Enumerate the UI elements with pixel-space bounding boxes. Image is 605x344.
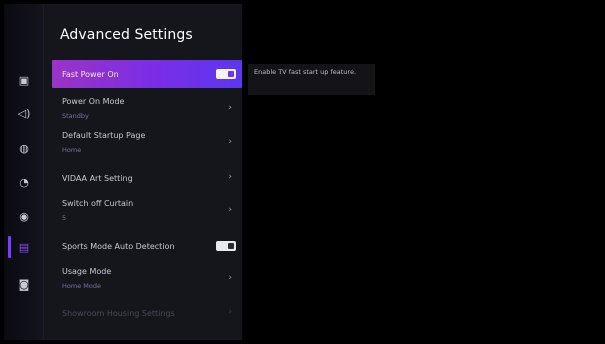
setting-switch-off-curtain[interactable]: Switch off Curtain 5 › (52, 194, 242, 226)
setting-label: Fast Power On (62, 70, 119, 79)
system-icon[interactable]: ▤ (4, 237, 44, 257)
chevron-right-icon: › (228, 205, 232, 215)
sports-mode-toggle[interactable] (216, 241, 236, 251)
setting-label: Power On Mode (62, 97, 125, 106)
chevron-right-icon: › (228, 103, 232, 113)
setting-vidaa-art[interactable]: VIDAA Art Setting › (52, 166, 242, 190)
setting-label: Usage Mode (62, 267, 112, 276)
general-icon[interactable]: ◔ (4, 172, 44, 192)
chevron-right-icon: › (228, 137, 232, 147)
setting-power-on-mode[interactable]: Power On Mode Standby › (52, 94, 242, 126)
setting-default-startup-page[interactable]: Default Startup Page Home › (52, 128, 242, 160)
chevron-right-icon: › (228, 273, 232, 283)
toggle-knob (228, 71, 234, 77)
setting-value: Home Mode (62, 282, 101, 290)
settings-sidebar: ▣ ◁) ◍ ◔ ◉ ▤ ◙ (4, 4, 44, 340)
help-description: Enable TV fast start up feature. (248, 64, 375, 95)
setting-showroom-housing: Showroom Housing Settings › (52, 304, 242, 324)
setting-label: VIDAA Art Setting (62, 174, 133, 183)
fast-power-on-toggle[interactable] (216, 69, 236, 79)
setting-label: Sports Mode Auto Detection (62, 242, 175, 251)
toggle-knob (228, 243, 234, 249)
chevron-right-icon: › (228, 307, 232, 317)
setting-label: Showroom Housing Settings (62, 309, 175, 318)
network-icon[interactable]: ◍ (4, 138, 44, 158)
support-icon[interactable]: ◙ (4, 274, 44, 294)
setting-value: Home (62, 146, 82, 154)
page-title: Advanced Settings (60, 27, 193, 43)
accessibility-icon[interactable]: ◉ (4, 206, 44, 226)
setting-label: Switch off Curtain (62, 199, 134, 208)
setting-usage-mode[interactable]: Usage Mode Home Mode › (52, 264, 242, 296)
setting-sports-mode-auto-detection[interactable]: Sports Mode Auto Detection (52, 234, 242, 258)
chevron-right-icon: › (228, 172, 232, 182)
sound-icon[interactable]: ◁) (4, 103, 44, 123)
picture-icon[interactable]: ▣ (4, 70, 44, 90)
help-text: Enable TV fast start up feature. (254, 68, 357, 76)
setting-fast-power-on[interactable]: Fast Power On (52, 60, 242, 88)
setting-value: 5 (62, 214, 67, 222)
setting-label: Default Startup Page (62, 131, 146, 140)
setting-value: Standby (62, 112, 89, 120)
